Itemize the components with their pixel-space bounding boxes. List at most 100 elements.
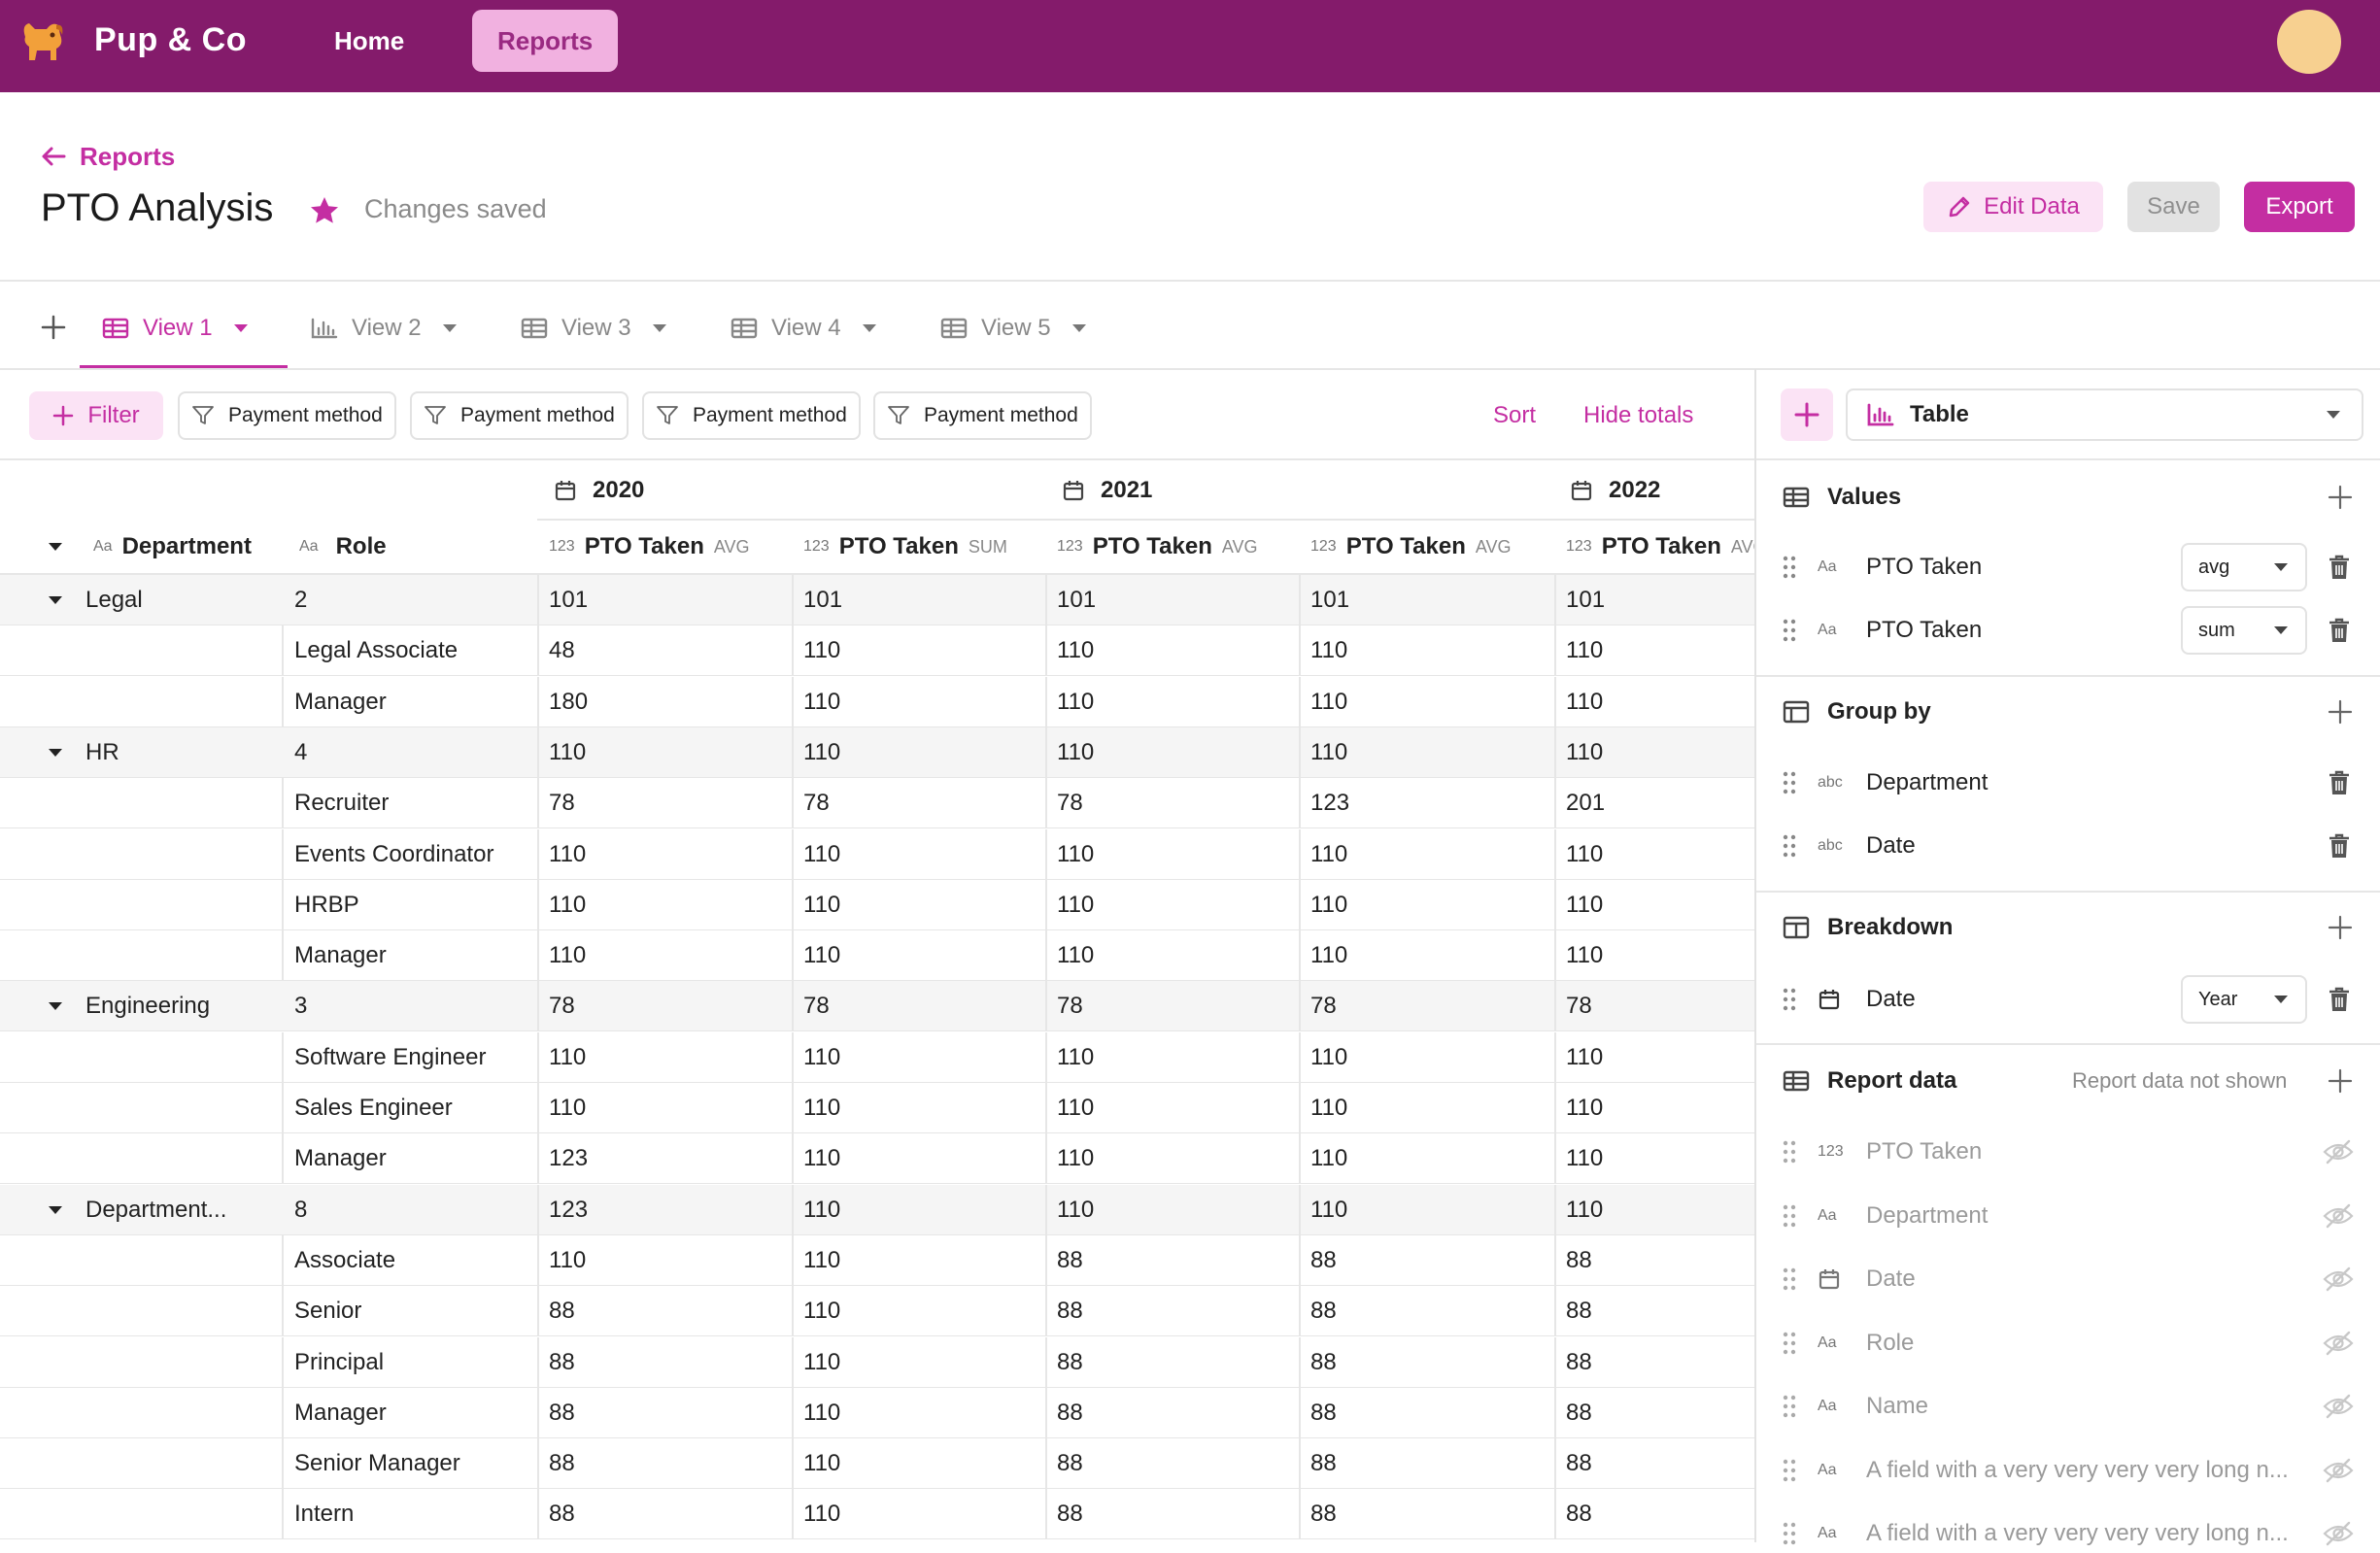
drag-handle-icon[interactable]: [1783, 834, 1796, 858]
value-column-header[interactable]: 123 PTO Taken AVG: [1566, 532, 1754, 561]
dog-logo-icon[interactable]: [17, 16, 70, 68]
field-row[interactable]: Aa PTO Taken: [1783, 611, 1982, 650]
back-to-reports-link[interactable]: Reports: [41, 142, 175, 171]
field-row[interactable]: abc Date: [1783, 827, 1916, 865]
drag-handle-icon[interactable]: [1783, 1267, 1796, 1291]
table-row[interactable]: Associate 110 110 88 88 88: [0, 1235, 1754, 1286]
table-row[interactable]: Manager 123 110 110 110 110: [0, 1133, 1754, 1184]
add-field-icon[interactable]: [2327, 698, 2354, 726]
drag-handle-icon[interactable]: [1783, 1140, 1796, 1164]
table-row[interactable]: Software Engineer 110 110 110 110 110: [0, 1032, 1754, 1083]
filter-chip[interactable]: Payment method: [178, 391, 396, 440]
tab-view-1[interactable]: View 1: [102, 313, 250, 344]
collapse-caret-icon[interactable]: [47, 1000, 66, 1012]
drag-handle-icon[interactable]: [1783, 619, 1796, 642]
field-row[interactable]: Date: [1783, 980, 1916, 1019]
field-row[interactable]: Aa A field with a very very very very lon…: [1783, 1451, 2289, 1490]
tab-view-3[interactable]: View 3: [521, 313, 668, 344]
save-button[interactable]: Save: [2127, 182, 2220, 232]
eye-off-icon[interactable]: [2323, 1138, 2354, 1165]
value-column-header[interactable]: 123 PTO Taken AVG: [549, 532, 750, 561]
star-icon[interactable]: [309, 195, 340, 226]
collapse-caret-icon[interactable]: [47, 1204, 66, 1216]
field-row[interactable]: Aa Role: [1783, 1324, 1914, 1363]
field-row[interactable]: Aa Name: [1783, 1387, 1928, 1426]
group-row[interactable]: Engineering 3 78 78 78 78 78: [0, 981, 1754, 1031]
field-row[interactable]: Aa PTO Taken: [1783, 548, 1982, 587]
table-row[interactable]: Sales Engineer 110 110 110 110 110: [0, 1083, 1754, 1133]
drag-handle-icon[interactable]: [1783, 1332, 1796, 1355]
sort-link[interactable]: Sort: [1493, 402, 1536, 429]
add-field-icon[interactable]: [2327, 914, 2354, 941]
table-row[interactable]: Legal Associate 48 110 110 110 110: [0, 625, 1754, 676]
department-column-header[interactable]: Aa Department: [47, 532, 252, 561]
group-row[interactable]: Legal 2 101 101 101 101 101: [0, 575, 1754, 625]
add-field-icon[interactable]: [2327, 1067, 2354, 1095]
table-row[interactable]: Senior 88 110 88 88 88: [0, 1286, 1754, 1336]
table-row[interactable]: Manager 110 110 110 110 110: [0, 930, 1754, 981]
export-button[interactable]: Export: [2244, 182, 2355, 232]
trash-icon[interactable]: [2328, 554, 2351, 581]
drag-handle-icon[interactable]: [1783, 1522, 1796, 1545]
aggregation-select[interactable]: sum: [2181, 606, 2307, 655]
table-row[interactable]: Manager 88 110 88 88 88: [0, 1388, 1754, 1438]
tab-view-5[interactable]: View 5: [940, 313, 1088, 344]
field-row[interactable]: abc Department: [1783, 763, 1988, 802]
eye-off-icon[interactable]: [2323, 1457, 2354, 1484]
filter-chip[interactable]: Payment method: [642, 391, 861, 440]
hide-totals-link[interactable]: Hide totals: [1583, 402, 1693, 429]
eye-off-icon[interactable]: [2323, 1330, 2354, 1357]
drag-handle-icon[interactable]: [1783, 771, 1796, 794]
table-row[interactable]: Recruiter 78 78 78 123 201: [0, 778, 1754, 828]
eye-off-icon[interactable]: [2323, 1266, 2354, 1293]
add-chart-button[interactable]: [1781, 388, 1833, 441]
edit-data-button[interactable]: Edit Data: [1923, 182, 2103, 232]
filter-chip[interactable]: Payment method: [410, 391, 629, 440]
trash-icon[interactable]: [2328, 617, 2351, 644]
tab-view-2[interactable]: View 2: [311, 313, 459, 344]
table-row[interactable]: Manager 180 110 110 110 110: [0, 677, 1754, 727]
value-column-header[interactable]: 123 PTO Taken SUM: [803, 532, 1007, 561]
table-row[interactable]: Intern 88 110 88 88 88: [0, 1489, 1754, 1539]
eye-off-icon[interactable]: [2323, 1393, 2354, 1420]
value-column-header[interactable]: 123 PTO Taken AVG: [1310, 532, 1512, 561]
field-row[interactable]: Date: [1783, 1260, 1916, 1299]
brand-name[interactable]: Pup & Co: [94, 21, 247, 59]
avatar[interactable]: [2277, 10, 2341, 74]
collapse-caret-icon[interactable]: [47, 747, 66, 759]
chart-type-select[interactable]: Table: [1846, 388, 2363, 441]
field-row[interactable]: Aa Department: [1783, 1197, 1988, 1235]
value-column-header[interactable]: 123 PTO Taken AVG: [1057, 532, 1258, 561]
table-row[interactable]: HRBP 110 110 110 110 110: [0, 880, 1754, 930]
filter-button[interactable]: Filter: [29, 391, 163, 440]
nav-reports[interactable]: Reports: [472, 10, 619, 72]
drag-handle-icon[interactable]: [1783, 988, 1796, 1011]
column-divider: [1299, 1032, 1301, 1083]
nav-home[interactable]: Home: [309, 10, 429, 72]
eye-off-icon[interactable]: [2323, 1520, 2354, 1547]
group-row[interactable]: Department... 8 123 110 110 110 110: [0, 1185, 1754, 1235]
table-row[interactable]: Senior Manager 88 110 88 88 88: [0, 1438, 1754, 1489]
trash-icon[interactable]: [2328, 832, 2351, 860]
trash-icon[interactable]: [2328, 986, 2351, 1013]
role-column-header[interactable]: Aa Role: [299, 532, 387, 561]
field-row[interactable]: Aa A field with a very very very very lon…: [1783, 1514, 2289, 1553]
eye-off-icon[interactable]: [2323, 1202, 2354, 1230]
drag-handle-icon[interactable]: [1783, 1204, 1796, 1228]
value-cell: 110: [803, 1349, 841, 1375]
tab-view-4[interactable]: View 4: [731, 313, 878, 344]
filter-chip[interactable]: Payment method: [873, 391, 1092, 440]
add-field-icon[interactable]: [2327, 484, 2354, 511]
field-row[interactable]: 123 PTO Taken: [1783, 1132, 1982, 1171]
collapse-caret-icon[interactable]: [47, 594, 66, 606]
granularity-select[interactable]: Year: [2181, 975, 2307, 1024]
drag-handle-icon[interactable]: [1783, 556, 1796, 579]
group-row[interactable]: HR 4 110 110 110 110 110: [0, 727, 1754, 778]
table-row[interactable]: Events Coordinator 110 110 110 110 110: [0, 829, 1754, 880]
add-view-icon[interactable]: [39, 313, 68, 342]
drag-handle-icon[interactable]: [1783, 1459, 1796, 1482]
table-row[interactable]: Principal 88 110 88 88 88: [0, 1337, 1754, 1388]
aggregation-select[interactable]: avg: [2181, 543, 2307, 591]
drag-handle-icon[interactable]: [1783, 1395, 1796, 1418]
trash-icon[interactable]: [2328, 769, 2351, 796]
